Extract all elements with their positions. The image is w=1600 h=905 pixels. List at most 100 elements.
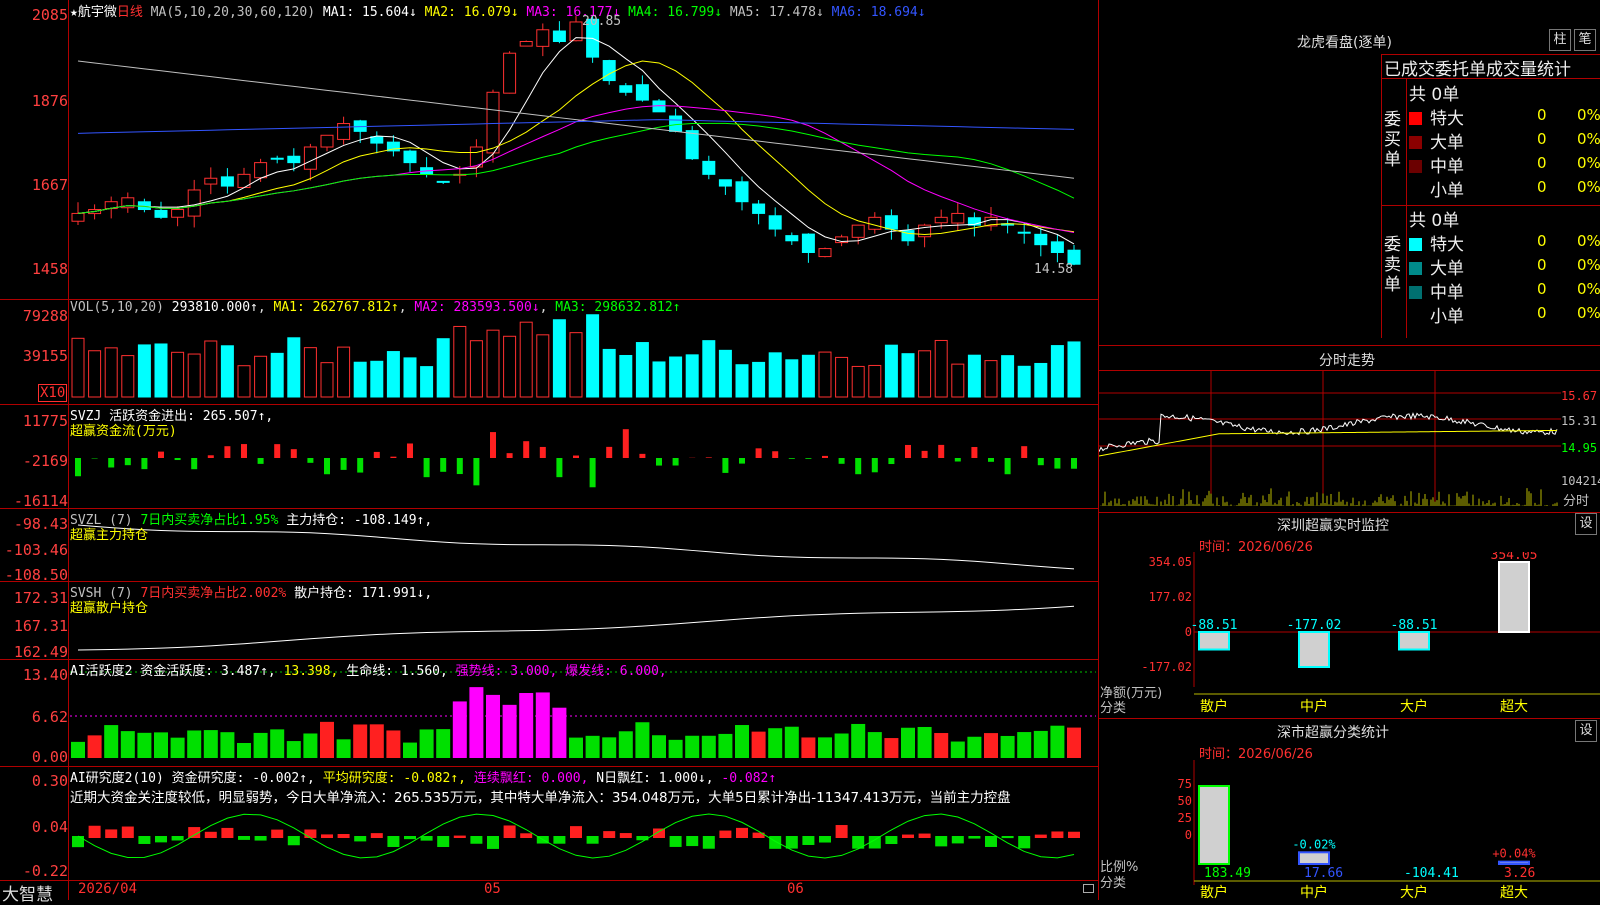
color-swatch	[1409, 160, 1422, 173]
color-swatch	[1409, 286, 1422, 299]
fund-flow-bar	[855, 458, 861, 474]
main-legend: ★航宇微日线 MA(5,10,20,30,60,120) MA1: 15.604…	[70, 1, 926, 20]
activity-bar	[1001, 736, 1015, 758]
volume-bar	[736, 365, 748, 397]
activity-bar	[818, 737, 832, 758]
candle-body	[205, 178, 217, 184]
activity-bar	[868, 732, 882, 758]
activity-bar	[1067, 728, 1081, 758]
volume-bar	[786, 360, 798, 397]
fund-flow-bar	[175, 458, 181, 460]
fund-flow-bar	[507, 453, 513, 458]
activity-bar	[370, 724, 384, 758]
activity-bar	[536, 692, 550, 758]
fund-flow-bar	[341, 458, 347, 470]
svsh-y-tick: 172.31	[0, 589, 68, 607]
activity-bar	[586, 736, 600, 758]
volume-bar	[205, 341, 217, 397]
fund-flow-bar	[407, 443, 413, 458]
stat-chart: 7550250183.49散户-0.02%17.66中户-104.41大户+0.…	[1099, 760, 1600, 900]
ma4-value: MA4: 16.799↓	[628, 5, 722, 20]
monitor-bar	[1499, 562, 1529, 632]
research-bar	[703, 836, 715, 849]
intraday-title: 分时走势	[1319, 350, 1375, 370]
svzl-y-tick: -98.43	[0, 515, 68, 533]
candle-body	[221, 177, 233, 186]
volume-bar	[670, 357, 682, 397]
svzj-y-tick: 11775	[0, 412, 68, 430]
fund-flow-bar	[1038, 458, 1044, 465]
color-swatch	[1409, 310, 1422, 323]
volume-bar	[487, 330, 499, 397]
vol-legend: VOL(5,10,20) 293810.000↑, MA1: 262767.81…	[70, 300, 681, 315]
x-axis-start: 2026/04	[78, 881, 137, 897]
activity-bar	[171, 738, 185, 758]
volume-bar	[122, 356, 134, 397]
activity-bar	[619, 731, 633, 758]
fund-flow-bar	[1054, 458, 1060, 469]
research-bar	[288, 836, 300, 845]
fund-flow-bar	[722, 458, 728, 473]
color-swatch	[1409, 238, 1422, 251]
volume-bar	[636, 343, 648, 397]
stat-category: 散户	[1200, 884, 1228, 900]
research-bar	[885, 836, 897, 844]
row-pct: 0%	[1577, 178, 1600, 196]
volume-bar	[238, 366, 250, 397]
stat-y-tick: 50	[1178, 794, 1192, 808]
research-bar	[802, 836, 814, 845]
svzj-y-tick: -16114	[0, 492, 68, 510]
candle-body	[504, 53, 516, 93]
monitor-settings-button[interactable]: 设	[1575, 513, 1597, 535]
tick-view-button[interactable]: 笔	[1574, 29, 1596, 51]
activity-bar	[303, 733, 317, 758]
fund-flow-bar	[1005, 458, 1011, 474]
volume-bar	[371, 361, 383, 397]
fund-flow-bar	[125, 458, 131, 465]
fund-flow-bar	[473, 458, 479, 485]
fund-flow-bar	[540, 447, 546, 458]
candle-body	[321, 135, 333, 147]
fund-flow-bar	[988, 458, 994, 462]
monitor-category: 散户	[1200, 698, 1228, 715]
volume-bar	[520, 322, 532, 397]
fund-flow-bar	[75, 458, 81, 476]
activity-bar	[918, 727, 932, 758]
activity-bar	[569, 738, 583, 758]
stat-y-tick: 25	[1178, 811, 1192, 825]
volume-bar	[105, 348, 117, 397]
monitor-y-tick: 177.02	[1149, 590, 1192, 604]
ai1-y-tick: 13.40	[0, 666, 68, 684]
research-bar	[1051, 831, 1063, 838]
candle-body	[404, 151, 416, 163]
lock-icon[interactable]	[1083, 884, 1094, 893]
bar-view-button[interactable]: 柱	[1549, 29, 1571, 51]
color-swatch	[1409, 262, 1422, 275]
y-axis-tick: 2085	[0, 6, 68, 24]
sell-row: 大单00%	[1409, 254, 1599, 278]
activity-bar	[403, 743, 417, 758]
activity-bar	[254, 733, 268, 758]
monitor-bar-label: -177.02	[1287, 618, 1342, 633]
y-axis-tick: 1667	[0, 176, 68, 194]
research-bar	[935, 836, 947, 846]
research-bar	[271, 830, 283, 838]
candle-body	[869, 217, 881, 229]
activity-bar	[187, 730, 201, 758]
sell-row: 中单00%	[1409, 278, 1599, 302]
ma-line	[78, 61, 1074, 178]
row-count: 0	[1537, 256, 1547, 274]
activity-bar	[88, 735, 102, 758]
intraday-y-tick: 15.31	[1561, 414, 1597, 428]
research-bar	[122, 827, 134, 838]
stat-settings-button[interactable]: 设	[1575, 720, 1597, 742]
research-bar	[968, 836, 980, 839]
activity-bar	[519, 693, 533, 758]
research-bar	[487, 836, 499, 849]
volume-bar	[387, 352, 399, 397]
volume-bar	[504, 336, 516, 397]
candle-body	[487, 92, 499, 153]
volume-bar	[952, 364, 964, 397]
brand-logo: 大智慧	[2, 880, 53, 905]
intraday-chart[interactable]	[1099, 371, 1600, 511]
